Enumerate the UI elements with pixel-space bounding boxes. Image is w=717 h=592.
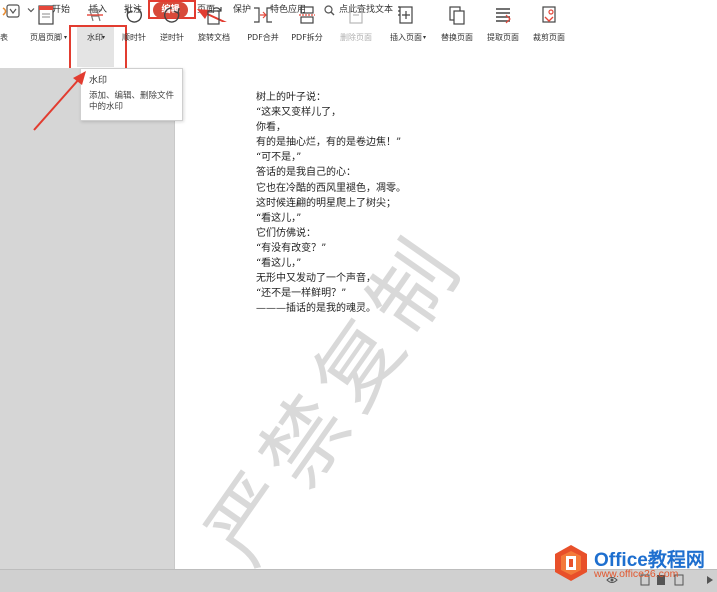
extract-page-label: 提取页面 xyxy=(487,33,519,42)
brand-url: www.office26.com xyxy=(594,568,679,580)
document-body: 树上的叶子说： “这来又变样儿了， 你看， 有的是抽心烂，有的是卷边焦！” “可… xyxy=(256,90,516,316)
pdf-split-icon xyxy=(297,5,317,28)
partial-tool-icon xyxy=(2,5,12,26)
chevron-down-icon: ▾ xyxy=(64,34,68,41)
text-line: “看这儿，” xyxy=(256,258,302,270)
text-line: “有没有改变？” xyxy=(256,242,327,254)
crop-page-button[interactable]: 裁剪页面 xyxy=(529,5,569,43)
text-line: 无形中又发动了一个声音， xyxy=(256,273,376,285)
rotate-document-button[interactable]: 旋转文档 xyxy=(193,5,235,43)
partial-tool-label: 表 xyxy=(0,33,8,42)
pdf-merge-button[interactable]: PDF合并 xyxy=(244,5,282,43)
text-line: 它也在冷酷的西风里褪色，凋零。 xyxy=(256,182,406,194)
text-line: “看这儿，” xyxy=(256,212,302,224)
office-logo-icon xyxy=(552,544,590,585)
chevron-down-icon: ▾ xyxy=(423,34,427,41)
extract-page-icon xyxy=(493,5,513,28)
text-line: “还不是一样鲜明？” xyxy=(256,288,347,300)
text-line: “可不是，” xyxy=(256,152,302,164)
text-line: 答话的是我自己的心： xyxy=(256,167,356,179)
insert-page-icon xyxy=(397,5,415,28)
rotate-counterclockwise-icon xyxy=(162,5,182,28)
delete-page-label: 删除页面 xyxy=(340,33,372,42)
text-line: ———插话的是我的魂灵。 xyxy=(256,303,376,315)
crop-page-icon xyxy=(539,5,559,28)
rotate-document-icon xyxy=(204,5,224,28)
rotate-document-label: 旋转文档 xyxy=(198,33,230,42)
tooltip-title: 水印 xyxy=(89,76,108,86)
header-footer-button[interactable]: 页眉页脚 ▾ xyxy=(22,5,70,43)
header-footer-icon xyxy=(37,5,55,28)
rotate-clockwise-icon xyxy=(124,5,144,28)
brand-logo: Office教程网 www.office26.com xyxy=(548,541,713,583)
text-line: 树上的叶子说： xyxy=(256,92,326,103)
rotate-clockwise-label: 顺时针 xyxy=(122,33,146,42)
text-line: 这时候连翩的明星爬上了树尖； xyxy=(256,197,396,209)
rotate-clockwise-button[interactable]: 顺时针 xyxy=(118,5,150,43)
pdf-merge-icon xyxy=(252,5,274,28)
pdf-merge-label: PDF合并 xyxy=(247,33,279,42)
replace-page-button[interactable]: 替换页面 xyxy=(437,5,477,43)
replace-page-icon xyxy=(447,5,467,28)
text-line: 你看， xyxy=(256,122,286,134)
annotation-arrow-icon xyxy=(33,71,86,131)
delete-page-icon xyxy=(347,5,365,28)
text-line: 有的是抽心烂，有的是卷边焦！” xyxy=(256,137,402,149)
partial-tool-button[interactable]: 表 xyxy=(0,5,14,43)
rotate-counterclockwise-label: 逆时针 xyxy=(160,33,184,42)
pdf-split-button[interactable]: PDF拆分 xyxy=(288,5,326,43)
watermark-tooltip: 水印 添加、编辑、删除文件中的水印 xyxy=(80,68,183,121)
delete-page-button[interactable]: 删除页面 xyxy=(336,5,376,43)
replace-page-label: 替换页面 xyxy=(441,33,473,42)
extract-page-button[interactable]: 提取页面 xyxy=(483,5,523,43)
tooltip-description: 添加、编辑、删除文件中的水印 xyxy=(89,91,175,112)
pdf-split-label: PDF拆分 xyxy=(291,33,323,42)
header-footer-label: 页眉页脚 xyxy=(30,33,62,42)
rotate-counterclockwise-button[interactable]: 逆时针 xyxy=(154,5,190,43)
navigation-pane xyxy=(0,68,174,569)
text-line: 它们仿佛说： xyxy=(256,227,316,239)
insert-page-button[interactable]: 插入页面 ▾ xyxy=(383,5,429,43)
text-line: “这来又变样儿了， xyxy=(256,107,342,119)
crop-page-label: 裁剪页面 xyxy=(533,33,565,42)
